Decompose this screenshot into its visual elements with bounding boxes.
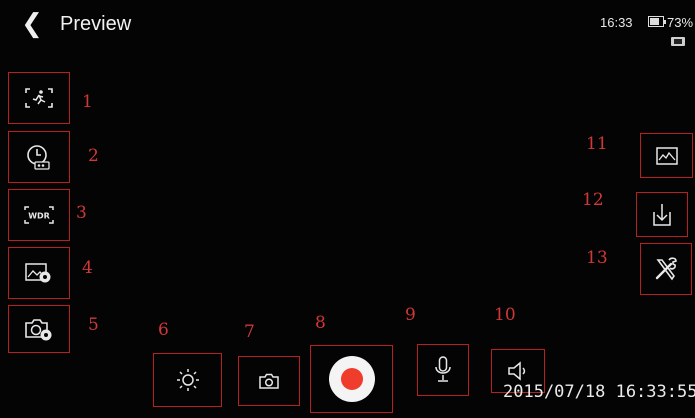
download-icon [653,203,671,226]
snapshot-button[interactable] [238,356,300,406]
wdr-button[interactable]: WDR [8,189,70,241]
wdr-icon: WDR [24,206,54,224]
page-title: Preview [60,13,132,35]
callout-11: 11 [586,134,608,154]
image-settings-icon [25,263,51,283]
image-settings-button[interactable] [8,247,70,299]
callout-10: 10 [494,305,516,325]
microphone-icon [435,356,451,382]
video-datestamp: 2015/07/18 16:33:55 [503,382,695,402]
back-chevron-icon[interactable]: ❮ [18,10,46,38]
microphone-button[interactable] [417,344,469,396]
download-button[interactable] [636,192,688,237]
camera-preview-screen: ❮ Preview 16:33 73% 1 2 WDR 3 4 5 6 7 8 … [0,0,695,418]
camera-icon [259,373,279,389]
battery-percent: 73% [667,15,694,30]
callout-7: 7 [244,322,255,342]
sd-card-icon [671,37,685,46]
speaker-icon [508,361,526,381]
callout-13: 13 [586,248,608,268]
sun-icon [176,369,199,391]
battery-fill [650,18,659,25]
callout-2: 2 [88,146,99,166]
camera-settings-icon [25,319,52,341]
callout-5: 5 [88,315,99,335]
status-time: 16:33 [600,15,633,30]
tools-button[interactable] [640,243,692,295]
callout-6: 6 [158,320,169,340]
timelapse-button[interactable] [8,131,70,183]
callout-8: 8 [315,313,326,333]
callout-1: 1 [82,92,93,112]
motion-detect-icon [25,88,53,108]
gallery-icon [655,146,678,165]
brightness-button[interactable] [153,353,222,407]
camera-settings-button[interactable] [8,305,70,353]
tools-icon [655,257,677,281]
callout-4: 4 [82,258,93,278]
motion-detection-button[interactable] [8,72,70,124]
callout-9: 9 [405,305,416,325]
timelapse-clock-icon [27,145,50,170]
callout-3: 3 [76,203,87,223]
callout-12: 12 [582,190,604,210]
wdr-label: WDR [28,212,50,221]
record-button[interactable] [310,345,393,413]
record-icon [328,356,375,402]
battery-icon [648,16,666,27]
gallery-button[interactable] [640,133,693,178]
